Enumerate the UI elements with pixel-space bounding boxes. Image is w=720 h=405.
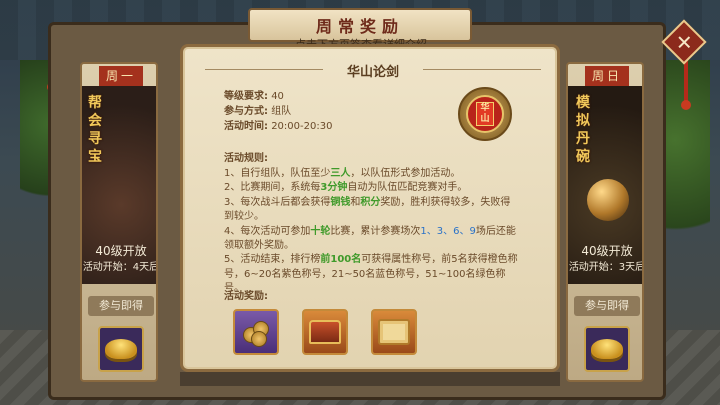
level-requirement: 等级要求: 40 [224,87,284,102]
reward-chest-slot[interactable] [302,309,348,355]
time-value: 20:00-20:30 [271,121,333,132]
bronze-orb-icon [587,179,629,221]
activity-card-monday[interactable]: 周一 帮会寻宝 40级开放 活动开始：4天后 参与即得 [80,62,158,382]
time-label: 活动时间: [224,121,268,132]
rule-4: 4、每次活动可参加十轮比赛，累计参赛场次1、3、6、9场后还能 [224,225,516,237]
start-time-text: 活动开始：3天后 [568,262,644,273]
reward-label: 参与即得 [574,296,640,316]
rewards-heading: 活动奖励: [224,291,268,302]
activity-vertical-title: 帮会寻宝 [88,95,102,165]
reward-icons-row [233,309,417,355]
gold-ingot-icon [105,339,137,359]
gold-ingot-icon [591,339,623,359]
rules-heading: 活动规则: [224,153,268,164]
day-label: 周一 [99,66,143,86]
start-time-text: 活动开始：4天后 [82,262,158,273]
treasure-chest-icon [309,320,341,344]
level-req-label: 等级要求: [224,91,268,102]
level-open-text: 40级开放 [581,244,633,258]
activity-time: 活动时间: 20:00-20:30 [224,117,332,132]
day-label: 周日 [585,66,629,86]
reward-item-slot[interactable] [98,326,144,372]
coins-icon [241,317,271,347]
activity-emblem: 华山 [458,87,512,141]
rule-5-cont: 号，6~20名紫色称号，21~50名蓝色称号，51~100名绿色称号。 [224,268,506,295]
reward-item-slot[interactable] [584,326,630,372]
rule-2: 2、比赛期间，系统每3分钟自动为队伍匹配竞赛对手。 [224,182,468,194]
activity-vertical-title: 模拟丹碗 [576,95,590,165]
tassel-right [681,58,691,110]
rule-4-cont: 领取额外奖励。 [224,240,294,252]
rule-1: 1、自行组队，队伍至少三人，以队伍形式参加活动。 [224,168,461,179]
scroll-icon [378,319,410,345]
rule-3-cont: 到较少。 [224,211,264,223]
reward-label: 参与即得 [88,296,154,316]
reward-scroll-slot[interactable] [371,309,417,355]
reward-coins-slot[interactable] [233,309,279,355]
participation-mode: 参与方式: 组队 [224,102,291,117]
title-divider-right [423,69,541,70]
activity-detail-panel: 华山论剑 等级要求: 40 参与方式: 组队 活动时间: 20:00-20:30… [180,44,560,372]
level-open-text: 40级开放 [95,244,147,258]
close-icon: ✕ [675,29,693,54]
level-req-value: 40 [271,91,284,102]
activity-card-sunday[interactable]: 周日 模拟丹碗 40级开放 活动开始：3天后 参与即得 [566,62,644,382]
mode-value: 组队 [271,106,292,117]
bottom-tab-strip [180,372,560,386]
emblem-inner: 华山 [466,95,504,133]
detail-title: 华山论剑 [346,65,399,80]
rule-5: 5、活动结束，排行榜前100名可获得属性称号，前5名获得橙色称 [224,254,518,266]
banner-flag-icon: 华山 [476,102,494,126]
rules-text: 1、自行组队，队伍至少三人，以队伍形式参加活动。 2、比赛期间，系统每3分钟自动… [224,167,524,297]
rule-3: 3、每次战斗后都会获得铜钱和积分奖励，胜利获得较多，失败得 [224,196,511,208]
mode-label: 参与方式: [224,106,268,117]
